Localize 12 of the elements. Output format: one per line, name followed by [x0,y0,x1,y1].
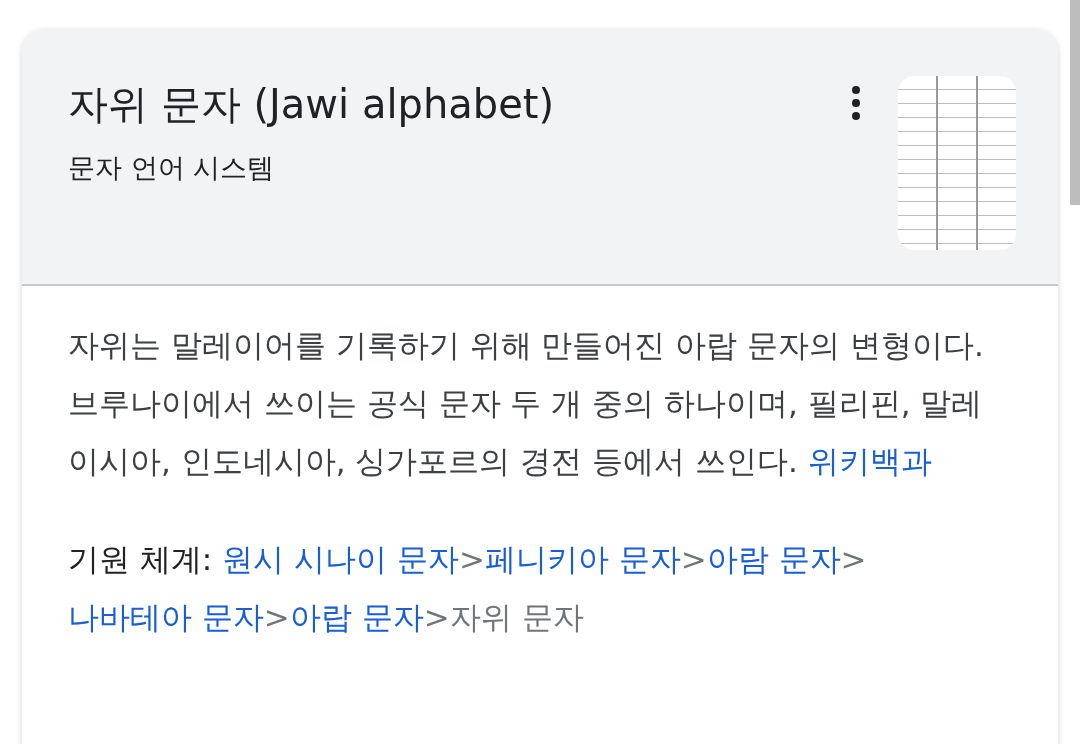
card-subtitle: 문자 언어 시스템 [68,151,276,185]
lineage-link[interactable]: 아랍 문자 [289,599,424,635]
lineage-link[interactable]: 아람 문자 [706,541,841,577]
lineage-link[interactable]: 나바테아 문자 [68,599,264,635]
scrollbar[interactable] [1070,0,1080,205]
source-link[interactable]: 위키백과 [807,443,932,479]
table-image-placeholder[interactable] [898,76,1016,250]
lineage-link[interactable]: 페니키아 문자 [484,541,681,577]
card-title: 자위 문자 (Jawi alphabet) [68,80,556,129]
lineage-link[interactable]: 원시 시나이 문자 [222,541,459,577]
lineage-text: 기원 체계: 원시 시나이 문자>페니키아 문자>아람 문자> 나바테아 문자>아랍 문자>자위 문자 [68,540,868,637]
description-text: 자위는 말레이어를 기록하기 위해 만들어진 아랍 문자의 변형이다. 브루나이에서 쓰이는 공식 문자 두 개 중의 하나이며, 필리핀, 말레이시아, 인도네시아, 싱가포르의 경전 등에서 쓰인다. 위키백과 [68,326,985,481]
